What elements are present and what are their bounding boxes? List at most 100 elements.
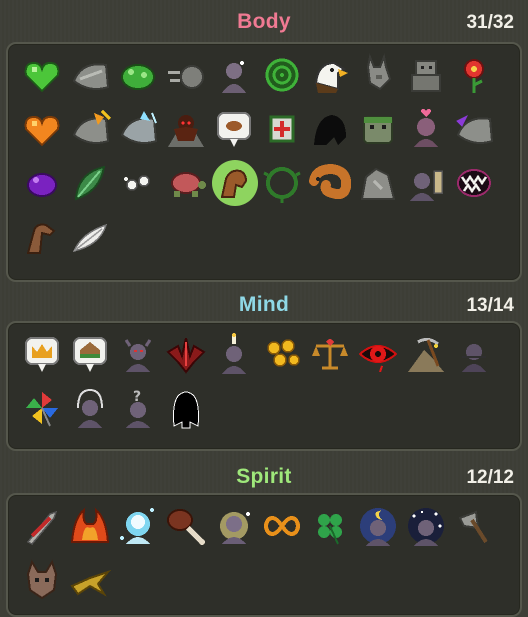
upgrade-slot[interactable] <box>162 381 210 435</box>
red-dagger-icon <box>20 504 64 548</box>
upgrade-slot[interactable] <box>354 48 402 102</box>
upgrade-slot[interactable] <box>162 156 210 210</box>
white-orbs-icon <box>116 161 160 205</box>
upgrade-slot[interactable] <box>450 48 498 102</box>
green-heart-icon <box>20 53 64 97</box>
upgrade-slot[interactable] <box>306 48 354 102</box>
gray-stone-shield-icon <box>68 53 112 97</box>
upgrade-slot[interactable] <box>258 48 306 102</box>
section-title: Spirit <box>236 465 292 488</box>
white-feather-icon <box>68 215 112 259</box>
battery-bust-icon <box>404 161 448 205</box>
black-shadow-beast-icon <box>308 107 352 151</box>
gray-golem-icon <box>404 53 448 97</box>
svg-text:?: ? <box>133 389 141 405</box>
upgrade-slot[interactable] <box>66 48 114 102</box>
green-leaf-icon <box>68 161 112 205</box>
upgrade-slot[interactable] <box>306 102 354 156</box>
upgrade-slot[interactable] <box>258 102 306 156</box>
upgrade-slot[interactable] <box>402 156 450 210</box>
purple-blob-icon <box>20 161 64 205</box>
upgrade-slot[interactable] <box>402 102 450 156</box>
upgrade-slot[interactable] <box>66 156 114 210</box>
moon-night-bust-icon <box>356 504 400 548</box>
upgrade-slot[interactable] <box>18 48 66 102</box>
green-frog-blob-icon <box>116 53 160 97</box>
upgrade-slot[interactable] <box>450 499 498 553</box>
upgrade-slot[interactable] <box>66 102 114 156</box>
upgrade-slot[interactable] <box>450 327 498 381</box>
upgrade-slot[interactable] <box>210 327 258 381</box>
section-title: Mind <box>238 293 290 316</box>
upgrade-slot[interactable] <box>162 327 210 381</box>
upgrade-slot[interactable] <box>210 156 258 210</box>
section-mind: Mind 13/14 ? <box>0 287 528 451</box>
balance-scale-icon <box>308 332 352 376</box>
upgrade-slot[interactable] <box>114 48 162 102</box>
section-count: 12/12 <box>466 467 514 488</box>
orange-worm-icon <box>308 161 352 205</box>
upgrade-slot[interactable] <box>210 102 258 156</box>
fanged-maw-icon <box>452 161 496 205</box>
upgrade-panel: ? <box>6 321 522 451</box>
section-body: Body 31/32 <box>0 4 528 282</box>
upgrade-panel <box>6 42 522 282</box>
upgrade-slot[interactable] <box>450 156 498 210</box>
upgrade-slot[interactable] <box>66 327 114 381</box>
upgrade-slot[interactable] <box>162 48 210 102</box>
horned-creature-icon <box>20 558 64 602</box>
section-count: 13/14 <box>466 295 514 316</box>
upgrade-slot[interactable] <box>114 156 162 210</box>
upgrade-slot[interactable] <box>162 102 210 156</box>
mossy-golem-head-icon <box>356 107 400 151</box>
red-eye-icon <box>356 332 400 376</box>
upgrade-slot[interactable] <box>114 327 162 381</box>
upgrade-slot[interactable] <box>306 327 354 381</box>
upgrade-slot[interactable] <box>402 48 450 102</box>
upgrade-slot[interactable]: ? <box>114 381 162 435</box>
upgrade-slot[interactable] <box>66 553 114 607</box>
upgrade-slot[interactable] <box>18 102 66 156</box>
upgrade-panel <box>6 493 522 617</box>
section-count: 31/32 <box>466 12 514 33</box>
upgrade-slot[interactable] <box>258 499 306 553</box>
upgrade-slot[interactable] <box>450 102 498 156</box>
upgrade-slot[interactable] <box>18 553 66 607</box>
upgrade-slot[interactable] <box>66 381 114 435</box>
upgrade-slot[interactable] <box>258 327 306 381</box>
upgrade-slot[interactable] <box>354 499 402 553</box>
upgrade-slot[interactable] <box>18 327 66 381</box>
pink-heart-bust-icon <box>404 107 448 151</box>
upgrade-slot[interactable] <box>66 210 114 264</box>
upgrade-slot[interactable] <box>306 499 354 553</box>
upgrade-slot[interactable] <box>18 210 66 264</box>
upgrade-slot[interactable] <box>402 327 450 381</box>
thorny-vine-icon <box>260 161 304 205</box>
upgrade-slot[interactable] <box>114 499 162 553</box>
brown-arm-icon <box>20 215 64 259</box>
upgrade-grid <box>18 499 498 607</box>
blue-spirit-icon <box>116 504 160 548</box>
upgrade-slot[interactable] <box>258 156 306 210</box>
stone-axe-icon <box>452 504 496 548</box>
gray-rock-icon <box>356 161 400 205</box>
upgrade-slot[interactable] <box>18 381 66 435</box>
upgrade-slot[interactable] <box>354 102 402 156</box>
meat-club-icon <box>164 504 208 548</box>
infinity-icon <box>260 504 304 548</box>
upgrade-slot[interactable] <box>354 327 402 381</box>
medkit-vine-icon <box>260 107 304 151</box>
upgrade-slot[interactable] <box>66 499 114 553</box>
upgrade-slot[interactable] <box>18 156 66 210</box>
upgrade-slot[interactable] <box>210 48 258 102</box>
upgrade-slot[interactable] <box>354 156 402 210</box>
upgrade-slot[interactable] <box>18 499 66 553</box>
gray-donkey-icon <box>356 53 400 97</box>
flame-wings-icon <box>68 504 112 548</box>
upgrade-slot[interactable] <box>402 499 450 553</box>
horned-bust-icon <box>116 332 160 376</box>
upgrade-slot[interactable] <box>210 499 258 553</box>
upgrade-slot[interactable] <box>162 499 210 553</box>
upgrade-slot[interactable] <box>114 102 162 156</box>
upgrade-slot[interactable] <box>306 156 354 210</box>
